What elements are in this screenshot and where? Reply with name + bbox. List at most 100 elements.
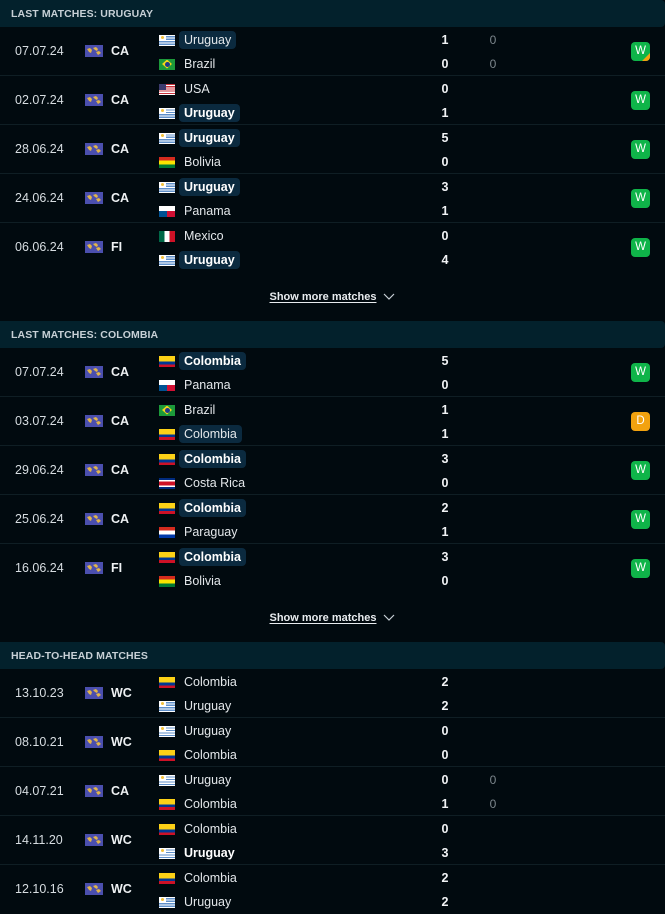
- match-row[interactable]: 24.06.24 CA Uruguay Panama 3 1 W: [0, 174, 665, 223]
- away-team[interactable]: Uruguay: [159, 103, 240, 123]
- away-team[interactable]: Colombia: [159, 745, 242, 765]
- away-score: 1: [441, 204, 449, 218]
- match-row[interactable]: 14.11.20 WC Colombia Uruguay 0 3: [0, 816, 665, 865]
- home-team[interactable]: Colombia: [159, 351, 246, 371]
- home-team[interactable]: Colombia: [159, 672, 242, 692]
- home-team[interactable]: Colombia: [159, 449, 246, 469]
- result-letter: W: [635, 241, 646, 253]
- match-row[interactable]: 08.10.21 WC Uruguay Colombia 0 0: [0, 718, 665, 767]
- match-date: 02.07.24: [15, 93, 64, 107]
- home-team-name: Uruguay: [184, 724, 232, 738]
- match-row[interactable]: 12.10.16 WC Colombia Uruguay 2 2: [0, 865, 665, 914]
- world-competition-icon: [85, 94, 103, 106]
- away-team[interactable]: Brazil: [159, 54, 220, 74]
- home-team[interactable]: Mexico: [159, 226, 229, 246]
- result-letter: W: [635, 464, 646, 476]
- panama-flag-icon: [159, 379, 175, 391]
- home-score: 0: [441, 822, 449, 836]
- match-row[interactable]: 06.06.24 FI Mexico Uruguay 0 4 W: [0, 223, 665, 272]
- colombia-flag-icon: [159, 749, 175, 761]
- away-team-name: Uruguay: [179, 251, 240, 269]
- brazil-flag-icon: [159, 58, 175, 70]
- away-team[interactable]: Bolivia: [159, 571, 226, 591]
- away-score: 2: [441, 699, 449, 713]
- away-team[interactable]: Bolivia: [159, 152, 226, 172]
- home-team-name: Colombia: [179, 352, 246, 370]
- match-row[interactable]: 28.06.24 CA Uruguay Bolivia 5 0 W: [0, 125, 665, 174]
- match-date: 06.06.24: [15, 240, 64, 254]
- match-date: 16.06.24: [15, 561, 64, 575]
- match-list: 07.07.24 CA Uruguay Brazil 1 0 0 0 W 02.07…: [0, 27, 665, 272]
- away-team[interactable]: Costa Rica: [159, 473, 250, 493]
- away-team[interactable]: Colombia: [159, 794, 242, 814]
- match-row[interactable]: 13.10.23 WC Colombia Uruguay 2 2: [0, 669, 665, 718]
- home-team[interactable]: USA: [159, 79, 215, 99]
- away-score: 2: [441, 895, 449, 909]
- home-team[interactable]: Colombia: [159, 547, 246, 567]
- match-row[interactable]: 25.06.24 CA Colombia Paraguay 2 1 W: [0, 495, 665, 544]
- away-score: 0: [441, 57, 449, 71]
- world-competition-icon: [85, 883, 103, 895]
- chevron-down-icon[interactable]: [383, 614, 395, 622]
- uruguay-flag-icon: [159, 34, 175, 46]
- chevron-down-icon[interactable]: [383, 293, 395, 301]
- match-row[interactable]: 04.07.21 CA Uruguay Colombia 0 1 0 0: [0, 767, 665, 816]
- home-score: 2: [441, 871, 449, 885]
- win-badge: W: [631, 363, 650, 382]
- match-date: 03.07.24: [15, 414, 64, 428]
- world-competition-icon: [85, 366, 103, 378]
- matches-panel: LAST MATCHES: URUGUAY 07.07.24 CA Urugua…: [0, 0, 665, 914]
- usa-flag-icon: [159, 83, 175, 95]
- away-team[interactable]: Uruguay: [159, 892, 236, 912]
- competition-code: CA: [111, 142, 130, 156]
- away-team[interactable]: Uruguay: [159, 843, 240, 863]
- away-team-name: Panama: [184, 204, 231, 218]
- match-section: HEAD-TO-HEAD MATCHES 13.10.23 WC Colombi…: [0, 642, 665, 914]
- home-team[interactable]: Uruguay: [159, 177, 240, 197]
- home-team[interactable]: Colombia: [159, 868, 242, 888]
- bolivia-flag-icon: [159, 575, 175, 587]
- home-team-name: Uruguay: [179, 129, 240, 147]
- match-row[interactable]: 07.07.24 CA Uruguay Brazil 1 0 0 0 W: [0, 27, 665, 76]
- competition-code: CA: [111, 44, 130, 58]
- costa-rica-flag-icon: [159, 477, 175, 489]
- away-team[interactable]: Uruguay: [159, 696, 236, 716]
- colombia-flag-icon: [159, 676, 175, 688]
- home-score: 1: [441, 403, 449, 417]
- penalty-win-indicator-icon: [642, 53, 650, 61]
- match-row[interactable]: 16.06.24 FI Colombia Bolivia 3 0 W: [0, 544, 665, 593]
- match-date: 07.07.24: [15, 44, 64, 58]
- result-letter: D: [636, 415, 645, 427]
- home-score: 0: [441, 229, 449, 243]
- match-date: 12.10.16: [15, 882, 64, 896]
- home-team[interactable]: Colombia: [159, 819, 242, 839]
- away-penalty-score: 0: [489, 797, 497, 811]
- home-team-name: Colombia: [184, 822, 237, 836]
- home-team[interactable]: Uruguay: [159, 30, 237, 50]
- home-team[interactable]: Uruguay: [159, 770, 236, 790]
- show-more-row: Show more matches: [0, 593, 665, 642]
- win-badge: W: [631, 510, 650, 529]
- away-team[interactable]: Uruguay: [159, 250, 240, 270]
- match-date: 29.06.24: [15, 463, 64, 477]
- match-row[interactable]: 29.06.24 CA Colombia Costa Rica 3 0 W: [0, 446, 665, 495]
- away-team[interactable]: Paraguay: [159, 522, 243, 542]
- home-team[interactable]: Brazil: [159, 400, 220, 420]
- away-team[interactable]: Panama: [159, 201, 236, 221]
- match-row[interactable]: 03.07.24 CA Brazil Colombia 1 1 D: [0, 397, 665, 446]
- home-team[interactable]: Uruguay: [159, 721, 236, 741]
- match-row[interactable]: 07.07.24 CA Colombia Panama 5 0 W: [0, 348, 665, 397]
- section-title: LAST MATCHES: URUGUAY: [0, 0, 665, 27]
- away-team[interactable]: Panama: [159, 375, 236, 395]
- colombia-flag-icon: [159, 872, 175, 884]
- colombia-flag-icon: [159, 798, 175, 810]
- match-row[interactable]: 02.07.24 CA USA Uruguay 0 1 W: [0, 76, 665, 125]
- result-letter: W: [635, 513, 646, 525]
- home-team[interactable]: Uruguay: [159, 128, 240, 148]
- show-more-matches-link[interactable]: Show more matches: [270, 291, 377, 303]
- away-team-name: Colombia: [184, 797, 237, 811]
- show-more-matches-link[interactable]: Show more matches: [270, 612, 377, 624]
- home-team[interactable]: Colombia: [159, 498, 246, 518]
- home-score: 1: [441, 33, 449, 47]
- away-team[interactable]: Colombia: [159, 424, 242, 444]
